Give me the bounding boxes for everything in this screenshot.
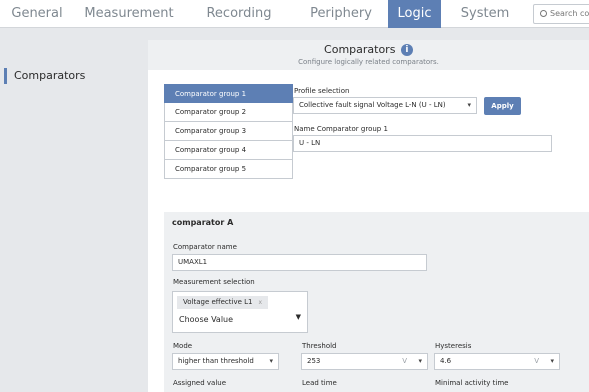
chip-remove-icon[interactable]: x <box>258 299 262 306</box>
mode-select[interactable]: higher than threshold ▾ <box>172 353 279 370</box>
comparator-group-list: Comparator group 1 Comparator group 2 Co… <box>164 84 293 179</box>
tab-periphery[interactable]: Periphery <box>294 0 388 28</box>
lead-time-label: Lead time <box>302 379 337 387</box>
page-subtitle: Configure logically related comparators. <box>298 58 439 66</box>
group-item-5[interactable]: Comparator group 5 <box>164 160 293 179</box>
group-name-input[interactable]: U - LN <box>293 135 552 152</box>
comparator-name-label: Comparator name <box>173 243 237 251</box>
threshold-input[interactable]: 253 V ▾ <box>301 353 428 370</box>
chevron-down-icon[interactable]: ▾ <box>418 354 422 369</box>
chevron-down-icon[interactable]: ▾ <box>550 354 554 369</box>
group-name-label: Name Comparator group 1 <box>294 125 388 133</box>
group-item-1[interactable]: Comparator group 1 <box>164 84 293 103</box>
measurement-chip-label: Voltage effective L1 <box>183 298 253 306</box>
search-input[interactable]: Search cor <box>533 4 589 24</box>
group-item-2[interactable]: Comparator group 2 <box>164 103 293 122</box>
main-content: Comparators i Configure logically relate… <box>148 40 589 392</box>
dropdown-arrow-icon: ▼ <box>295 313 301 321</box>
threshold-label: Threshold <box>302 342 337 350</box>
mode-label: Mode <box>173 342 193 350</box>
hysteresis-label: Hysteresis <box>435 342 472 350</box>
page-header: Comparators i Configure logically relate… <box>148 40 589 70</box>
page-title-row: Comparators i <box>148 43 589 56</box>
mode-value: higher than threshold <box>178 357 254 365</box>
measurement-select[interactable]: Voltage effective L1 x Choose Value ▼ <box>172 291 308 333</box>
measurement-chip: Voltage effective L1 x <box>177 296 269 309</box>
group-item-3[interactable]: Comparator group 3 <box>164 122 293 141</box>
minimal-activity-time-label: Minimal activity time <box>435 379 509 387</box>
tab-logic[interactable]: Logic <box>388 0 441 28</box>
chevron-down-icon: ▾ <box>269 357 273 365</box>
threshold-value: 253 <box>307 357 321 365</box>
chevron-down-icon: ▾ <box>467 101 471 109</box>
profile-select-value: Collective fault signal Voltage L-N (U -… <box>299 101 446 109</box>
top-navigation: General Measurement Recording Periphery … <box>0 0 589 28</box>
tab-recording[interactable]: Recording <box>184 0 294 28</box>
hysteresis-unit: V <box>534 357 539 365</box>
threshold-unit: V <box>402 357 407 365</box>
sidebar-item-comparators[interactable]: Comparators <box>4 68 85 84</box>
info-icon[interactable]: i <box>400 44 413 56</box>
comparator-name-input[interactable]: UMAXL1 <box>172 254 427 271</box>
comparator-a-panel: comparator A Comparator name UMAXL1 Meas… <box>164 212 589 392</box>
profile-select[interactable]: Collective fault signal Voltage L-N (U -… <box>293 97 477 114</box>
measurement-selection-label: Measurement selection <box>173 278 255 286</box>
comparator-title: comparator A <box>172 218 234 227</box>
search-icon <box>540 10 547 17</box>
search-placeholder: Search cor <box>550 9 589 18</box>
sidebar: Comparators <box>0 28 148 392</box>
tab-measurement[interactable]: Measurement <box>74 0 184 28</box>
apply-button[interactable]: Apply <box>484 97 521 115</box>
assigned-value-label: Assigned value <box>173 379 227 387</box>
tab-general[interactable]: General <box>0 0 74 28</box>
hysteresis-input[interactable]: 4.6 V ▾ <box>434 353 560 370</box>
group-item-4[interactable]: Comparator group 4 <box>164 141 293 160</box>
page-title: Comparators <box>324 43 396 56</box>
profile-selection-label: Profile selection <box>294 87 350 95</box>
tab-system[interactable]: System <box>441 0 529 28</box>
measurement-placeholder: Choose Value <box>179 315 234 324</box>
hysteresis-value: 4.6 <box>440 357 452 365</box>
